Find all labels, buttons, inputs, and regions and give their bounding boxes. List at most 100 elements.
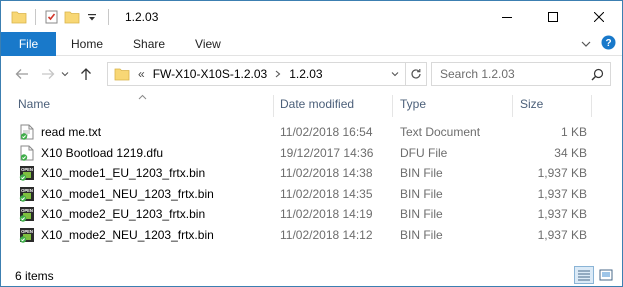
file-row-read-me[interactable]: read me.txt 11/02/2018 16:54 Text Docume… (1, 122, 622, 143)
search-icon[interactable] (591, 68, 604, 81)
status-bar: 6 items (1, 265, 622, 287)
column-divider[interactable] (273, 95, 274, 117)
file-name: X10_mode2_NEU_1203_frtx.bin (41, 227, 214, 242)
file-row-mode1-neu[interactable]: OPEN X10_mode1_NEU_1203_frtx.bin 11/02/2… (1, 184, 622, 205)
column-header-name[interactable]: Name (18, 91, 50, 117)
file-list: read me.txt 11/02/2018 16:54 Text Docume… (1, 122, 622, 245)
svg-text:OPEN: OPEN (21, 188, 33, 193)
tab-file[interactable]: File (1, 31, 56, 56)
file-date: 11/02/2018 14:19 (280, 207, 373, 221)
column-divider[interactable] (392, 95, 393, 117)
file-type: BIN File (400, 227, 443, 242)
customize-toolbar-chevron-icon[interactable] (82, 7, 102, 27)
quick-access-toolbar (1, 1, 115, 32)
file-name-cell: read me.txt (18, 122, 101, 142)
refresh-button[interactable] (405, 62, 427, 86)
file-date: 11/02/2018 14:35 (280, 186, 373, 201)
svg-text:?: ? (605, 38, 611, 49)
large-icons-view-button[interactable] (596, 266, 616, 284)
file-type: BIN File (400, 166, 443, 180)
search-input[interactable] (440, 67, 588, 81)
bin-file-icon: OPEN (18, 164, 36, 182)
file-date: 11/02/2018 14:12 (280, 227, 373, 242)
file-type: BIN File (400, 186, 443, 201)
tab-share[interactable]: Share (118, 32, 180, 56)
up-arrow-icon[interactable] (75, 63, 97, 85)
file-date: 19/12/2017 14:36 (280, 145, 374, 160)
ribbon-tabs: File Home Share View ? (1, 31, 622, 56)
back-arrow-icon[interactable] (11, 63, 33, 85)
svg-text:OPEN: OPEN (21, 229, 33, 234)
column-headers: Name Date modified Type Size (1, 91, 622, 117)
refresh-icon (410, 68, 422, 80)
column-divider[interactable] (512, 95, 513, 117)
file-row-mode2-eu[interactable]: OPEN X10_mode2_EU_1203_frtx.bin 11/02/20… (1, 204, 622, 225)
expand-ribbon-chevron-icon[interactable] (581, 37, 591, 51)
details-view-button[interactable] (574, 266, 594, 284)
tab-home[interactable]: Home (56, 32, 118, 56)
file-name-cell: OPEN X10_mode2_NEU_1203_frtx.bin (18, 225, 214, 245)
recent-locations-chevron-icon[interactable] (59, 63, 71, 85)
close-button[interactable] (576, 1, 622, 32)
file-size: 1,937 KB (537, 186, 587, 201)
file-name: read me.txt (41, 125, 102, 139)
folder-icon (114, 67, 130, 81)
breadcrumb-separator-icon[interactable] (275, 70, 281, 78)
address-bar[interactable]: « FW-X10-X10S-1.2.03 1.2.03 (107, 62, 406, 86)
file-size: 1 KB (560, 125, 587, 139)
address-history-chevron-icon[interactable] (391, 71, 399, 77)
title-bar: 1.2.03 (1, 1, 622, 32)
search-box[interactable] (431, 62, 611, 86)
file-size: 1,937 KB (537, 166, 587, 180)
breadcrumb-parent[interactable]: FW-X10-X10S-1.2.03 (153, 67, 268, 81)
file-date: 11/02/2018 16:54 (280, 125, 373, 139)
ribbon-right-controls: ? (581, 32, 616, 56)
column-header-size[interactable]: Size (520, 91, 543, 117)
new-folder-icon[interactable] (62, 7, 82, 27)
window-title: 1.2.03 (125, 9, 159, 24)
large-icons-view-icon (599, 269, 613, 281)
bin-file-icon: OPEN (18, 185, 36, 203)
details-view-icon (577, 269, 591, 281)
file-row-mode1-eu[interactable]: OPEN X10_mode1_EU_1203_frtx.bin 11/02/20… (1, 163, 622, 184)
toolbar-divider (108, 8, 109, 25)
maximize-button[interactable] (530, 1, 576, 32)
folder-icon (9, 7, 29, 27)
file-name-cell: X10 Bootload 1219.dfu (18, 143, 163, 163)
navigation-bar: « FW-X10-X10S-1.2.03 1.2.03 (1, 57, 622, 91)
svg-text:OPEN: OPEN (21, 167, 33, 172)
file-size: 34 KB (554, 145, 587, 160)
explorer-window: 1.2.03 File Home Share View ? « FW-X10-X… (0, 0, 623, 287)
file-size: 1,937 KB (537, 207, 587, 221)
svg-text:OPEN: OPEN (21, 208, 33, 213)
bin-file-icon: OPEN (18, 205, 36, 223)
item-count: 6 items (15, 269, 54, 283)
column-header-type[interactable]: Type (400, 91, 426, 117)
file-name: X10 Bootload 1219.dfu (41, 145, 164, 160)
file-name-cell: OPEN X10_mode2_EU_1203_frtx.bin (18, 204, 205, 224)
view-toggle (574, 266, 616, 284)
file-type: BIN File (400, 207, 443, 221)
file-row-mode2-neu[interactable]: OPEN X10_mode2_NEU_1203_frtx.bin 11/02/2… (1, 225, 622, 246)
properties-icon[interactable] (42, 7, 62, 27)
toolbar-divider (35, 8, 36, 25)
tab-view[interactable]: View (180, 32, 236, 56)
forward-arrow-icon[interactable] (37, 63, 59, 85)
breadcrumb-overflow[interactable]: « (138, 67, 145, 81)
file-date: 11/02/2018 14:38 (280, 166, 373, 180)
sort-ascending-icon (138, 89, 147, 103)
file-name-cell: OPEN X10_mode1_NEU_1203_frtx.bin (18, 184, 214, 204)
file-row-bootload[interactable]: X10 Bootload 1219.dfu 19/12/2017 14:36 D… (1, 143, 622, 164)
file-name: X10_mode1_NEU_1203_frtx.bin (41, 186, 214, 201)
generic-file-icon (18, 144, 36, 162)
breadcrumb-current[interactable]: 1.2.03 (289, 67, 322, 81)
minimize-button[interactable] (484, 1, 530, 32)
help-icon[interactable]: ? (601, 35, 616, 53)
text-file-icon (18, 123, 36, 141)
file-name: X10_mode1_EU_1203_frtx.bin (41, 166, 206, 180)
bin-file-icon: OPEN (18, 226, 36, 244)
column-divider[interactable] (591, 95, 592, 117)
column-header-date-modified[interactable]: Date modified (280, 91, 354, 117)
window-controls (484, 1, 622, 32)
file-type: Text Document (400, 125, 481, 139)
